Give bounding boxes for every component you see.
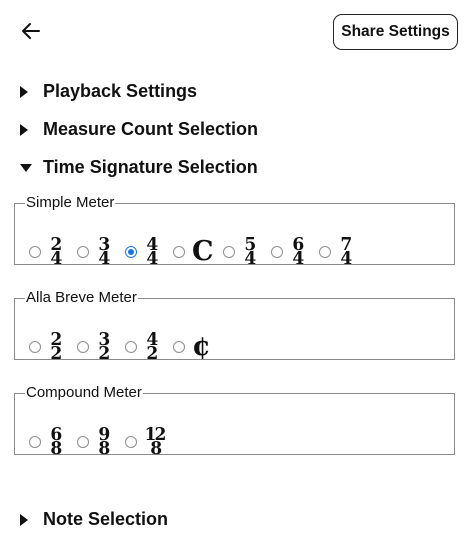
time-signature-12-8: 12 8: [144, 424, 167, 459]
cut-time-icon: ¢: [192, 331, 211, 362]
time-signature-7-4: 74: [340, 234, 352, 269]
section-label: Measure Count Selection: [43, 119, 259, 139]
section-playback-settings[interactable]: Playback Settings: [20, 81, 197, 102]
section-note-selection[interactable]: Note Selection: [20, 509, 168, 530]
arrow-left-icon: [22, 23, 40, 39]
time-signature-3-4: 34: [98, 234, 110, 269]
radio-button[interactable]: [77, 341, 89, 353]
time-sig-5-4-option[interactable]: 54: [223, 234, 258, 269]
section-label: Note Selection: [43, 509, 169, 529]
section-label: Playback Settings: [43, 81, 198, 101]
time-signature-4-2: 42: [146, 329, 158, 364]
compound-meter-group: Compound Meter 68 98 12 8: [14, 384, 455, 459]
time-sig-4-2-option[interactable]: 42: [125, 329, 160, 364]
time-signature-6-8: 68: [50, 424, 62, 459]
share-settings-button[interactable]: Share Settings: [333, 14, 458, 50]
section-measure-count-selection[interactable]: Measure Count Selection: [20, 119, 258, 140]
time-sig-9-8-option[interactable]: 98: [77, 424, 112, 459]
time-signature-6-4: 64: [292, 234, 304, 269]
simple-meter-group: Simple Meter 24 34 44 C 54 64 74: [14, 194, 455, 269]
time-signature-9-8: 98: [98, 424, 110, 459]
radio-button-selected[interactable]: [125, 246, 137, 258]
radio-button[interactable]: [77, 246, 89, 258]
time-sig-7-4-option[interactable]: 74: [319, 234, 354, 269]
radio-button[interactable]: [173, 341, 185, 353]
section-label: Time Signature Selection: [43, 157, 258, 177]
alla-breve-meter-legend: Alla Breve Meter: [26, 289, 137, 306]
time-sig-4-4-option[interactable]: 44: [125, 234, 160, 269]
section-time-signature-selection[interactable]: Time Signature Selection: [20, 157, 258, 178]
compound-meter-legend: Compound Meter: [26, 384, 142, 401]
radio-button[interactable]: [173, 246, 185, 258]
simple-meter-legend: Simple Meter: [26, 194, 115, 211]
radio-button[interactable]: [77, 436, 89, 448]
radio-button[interactable]: [29, 246, 41, 258]
radio-button[interactable]: [319, 246, 331, 258]
radio-button[interactable]: [29, 341, 41, 353]
common-time-icon: C: [192, 236, 214, 267]
time-sig-2-4-option[interactable]: 24: [29, 234, 64, 269]
alla-breve-meter-group: Alla Breve Meter 22 32 42 ¢: [14, 289, 455, 364]
caret-down-icon: [20, 163, 34, 172]
radio-button[interactable]: [125, 436, 137, 448]
time-sig-12-8-option[interactable]: 12 8: [125, 424, 167, 459]
caret-right-icon: [20, 85, 34, 98]
time-sig-3-2-option[interactable]: 32: [77, 329, 112, 364]
time-signature-5-4: 54: [244, 234, 256, 269]
time-signature-4-4: 44: [146, 234, 158, 269]
caret-right-icon: [20, 513, 34, 526]
time-signature-3-2: 32: [98, 329, 110, 364]
time-signature-2-2: 22: [50, 329, 62, 364]
cut-time-option[interactable]: ¢: [173, 331, 211, 362]
caret-right-icon: [20, 123, 34, 136]
time-sig-6-8-option[interactable]: 68: [29, 424, 64, 459]
time-signature-2-4: 24: [50, 234, 62, 269]
common-time-option[interactable]: C: [173, 236, 214, 267]
time-sig-2-2-option[interactable]: 22: [29, 329, 64, 364]
radio-button[interactable]: [223, 246, 235, 258]
radio-button[interactable]: [125, 341, 137, 353]
time-sig-6-4-option[interactable]: 64: [271, 234, 306, 269]
time-sig-3-4-option[interactable]: 34: [77, 234, 112, 269]
radio-button[interactable]: [29, 436, 41, 448]
back-button[interactable]: [18, 18, 44, 44]
radio-button[interactable]: [271, 246, 283, 258]
